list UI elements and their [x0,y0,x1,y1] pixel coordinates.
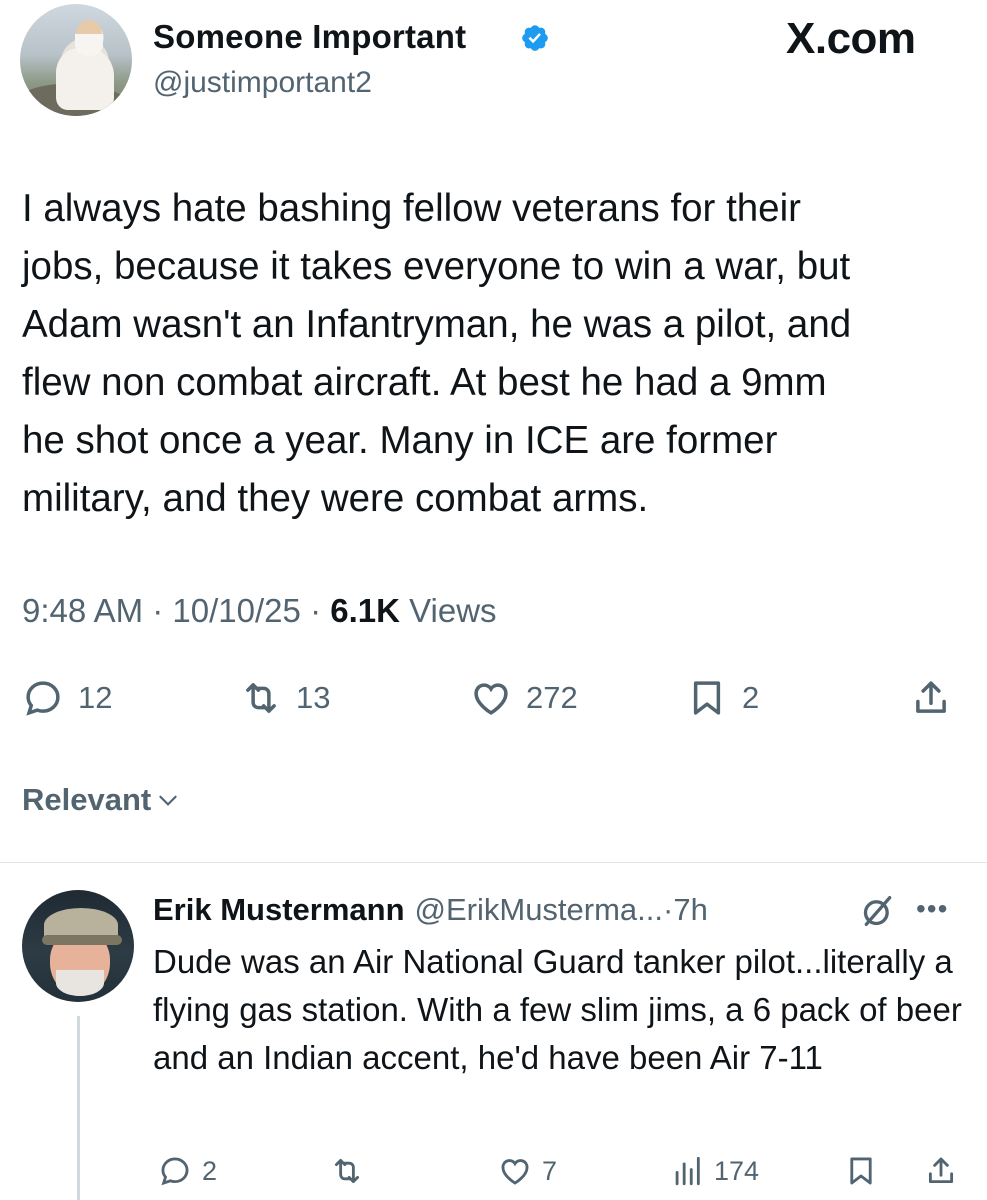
reply-header: Erik Mustermann @ErikMusterma... · 7h [153,892,708,928]
tweet-text: I always hate bashing fellow veterans fo… [22,187,852,520]
sort-dropdown[interactable]: Relevant [22,782,181,818]
reply-share-button[interactable] [924,1154,958,1188]
reply-repost-button[interactable] [330,1154,364,1188]
more-options-icon[interactable]: ••• [916,893,948,925]
share-icon [916,681,946,713]
views-label: Views [409,592,497,629]
reply-bookmark-button[interactable] [844,1154,878,1188]
tweet-meta: 9:48 AM · 10/10/25 · 6.1K Views [22,592,497,629]
reply-icon [26,681,60,716]
share-icon [928,1157,954,1184]
tweet-time[interactable]: 9:48 AM [22,592,143,629]
sort-label: Relevant [22,782,152,817]
heart-icon [501,1159,529,1185]
reply-views-count: 174 [714,1155,760,1186]
repost-icon [246,683,276,713]
reply-views-button[interactable]: 174 [670,1154,759,1188]
bookmark-button[interactable]: 2 [686,676,759,720]
tweet-date[interactable]: 10/10/25 [172,592,300,629]
analytics-icon [675,1156,700,1186]
verified-badge-icon [522,25,548,51]
reply-like-button[interactable]: 7 [498,1154,557,1188]
author-handle[interactable]: @justimportant2 [153,66,372,100]
author-avatar[interactable] [20,4,132,116]
author-name[interactable]: Someone Important [153,18,466,56]
divider [0,862,987,863]
reply-text: Dude was an Air National Guard tanker pi… [153,943,962,1076]
reply-count: 12 [78,680,113,715]
repost-button[interactable]: 13 [240,676,330,720]
like-count: 272 [526,680,578,715]
repost-icon [334,1158,360,1184]
share-button[interactable] [910,676,952,720]
heart-icon [474,683,508,715]
x-logo: X.com [786,14,916,63]
reply-icon [161,1157,189,1186]
bookmark-count: 2 [742,680,760,715]
bookmark-icon [693,681,721,715]
bookmark-icon [850,1157,872,1185]
reply-time[interactable]: 7h [673,892,707,928]
reply-reply-count: 2 [202,1155,218,1186]
reply-author-name[interactable]: Erik Mustermann [153,892,405,928]
reply-author-handle[interactable]: @ErikMusterma... [415,892,664,928]
reply-like-count: 7 [542,1155,558,1186]
like-button[interactable]: 272 [470,676,578,720]
views-count: 6.1K [330,592,400,629]
thread-line [77,1016,80,1200]
reply-reply-button[interactable]: 2 [158,1154,217,1188]
chevron-down-icon [159,795,177,806]
reply-button[interactable]: 12 [22,676,112,720]
grok-icon[interactable] [858,891,898,931]
reply-avatar[interactable] [22,890,134,1002]
repost-count: 13 [296,680,331,715]
